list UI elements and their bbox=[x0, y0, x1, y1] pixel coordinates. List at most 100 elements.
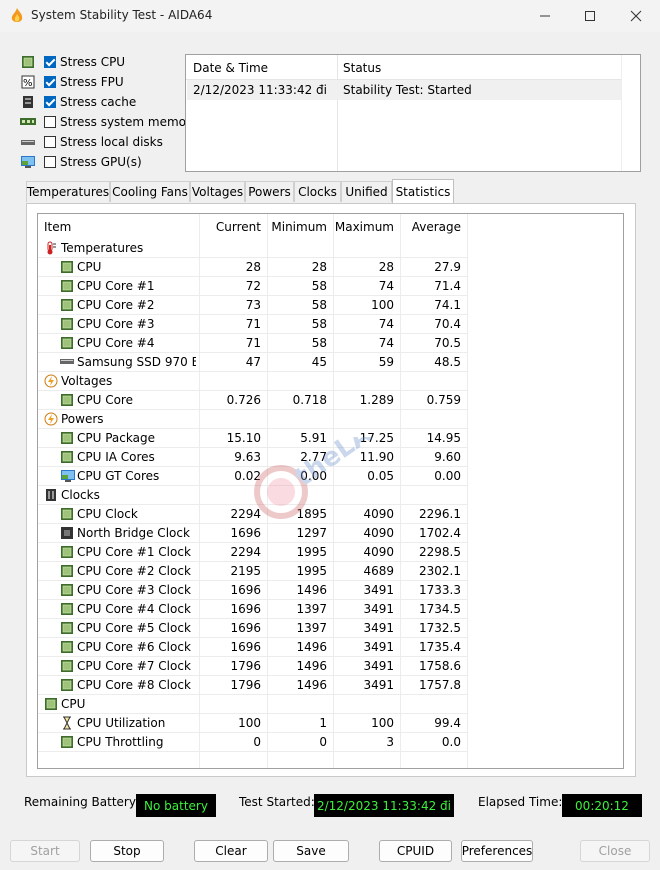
cell-avg: 2298.5 bbox=[419, 545, 461, 559]
cell-min: 1496 bbox=[296, 583, 327, 597]
cpu-chip-icon bbox=[60, 298, 74, 312]
table-row[interactable]: CPU Utilization 100 1 100 99.4 bbox=[38, 714, 623, 733]
checkbox[interactable] bbox=[44, 96, 56, 108]
fpu-icon: % bbox=[20, 75, 36, 89]
table-row[interactable]: CPU Core #4 71 58 74 70.5 bbox=[38, 334, 623, 353]
cell-avg: 70.4 bbox=[434, 317, 461, 331]
test-started-value: 2/12/2023 11:33:42 đi bbox=[314, 794, 454, 817]
clear-button[interactable]: Clear bbox=[194, 840, 268, 862]
table-row[interactable]: CPU Core #8 Clock 1796 1496 3491 1757.8 bbox=[38, 676, 623, 695]
battery-value: No battery bbox=[136, 794, 216, 817]
row-label: CPU Core #7 Clock bbox=[77, 659, 191, 673]
close-button[interactable]: Close bbox=[580, 840, 650, 862]
tab-statistics[interactable]: Statistics bbox=[392, 179, 454, 203]
stress-option-label[interactable]: Stress CPU bbox=[60, 55, 125, 69]
memory-icon bbox=[20, 115, 36, 129]
table-row[interactable]: CPU Core #2 73 58 100 74.1 bbox=[38, 296, 623, 315]
tab-temperatures[interactable]: Temperatures bbox=[26, 181, 110, 202]
table-row[interactable]: CPU Core #2 Clock 2195 1995 4689 2302.1 bbox=[38, 562, 623, 581]
row-label: CPU Core #5 Clock bbox=[77, 621, 191, 635]
log-header-datetime[interactable]: Date & Time bbox=[193, 61, 268, 75]
log-row[interactable]: 2/12/2023 11:33:42 đi Stability Test: St… bbox=[187, 80, 622, 100]
header-maximum[interactable]: Maximum bbox=[333, 220, 394, 234]
group-row[interactable]: Temperatures bbox=[38, 239, 623, 258]
window-title: System Stability Test - AIDA64 bbox=[31, 8, 213, 22]
log-scrollbar[interactable] bbox=[621, 55, 640, 171]
tab-cooling-fans[interactable]: Cooling Fans bbox=[110, 181, 190, 202]
stress-option[interactable]: Stress cache bbox=[20, 92, 136, 112]
cell-min: 58 bbox=[311, 298, 327, 312]
stress-option[interactable]: Stress system memory bbox=[20, 112, 198, 132]
stress-option[interactable]: % Stress FPU bbox=[20, 72, 124, 92]
table-row[interactable]: CPU Core #3 71 58 74 70.4 bbox=[38, 315, 623, 334]
stress-option-label[interactable]: Stress cache bbox=[60, 95, 136, 109]
cell-avg: 48.5 bbox=[434, 355, 461, 369]
cpuid-button[interactable]: CPUID bbox=[379, 840, 452, 862]
close-icon[interactable] bbox=[613, 0, 659, 32]
gpu-icon bbox=[60, 469, 75, 483]
group-row[interactable]: Voltages bbox=[38, 372, 623, 391]
row-label: Temperatures bbox=[61, 241, 144, 255]
table-row[interactable]: CPU Core #6 Clock 1696 1496 3491 1735.4 bbox=[38, 638, 623, 657]
cell-cur: 71 bbox=[245, 317, 261, 331]
cell-cur: 1796 bbox=[230, 678, 261, 692]
header-minimum[interactable]: Minimum bbox=[267, 220, 327, 234]
tab-voltages[interactable]: Voltages bbox=[190, 181, 245, 202]
header-item[interactable]: Item bbox=[44, 220, 71, 234]
group-row[interactable]: Powers bbox=[38, 410, 623, 429]
save-button[interactable]: Save bbox=[273, 840, 349, 862]
stress-option[interactable]: Stress CPU bbox=[20, 52, 125, 72]
cell-min: 58 bbox=[311, 317, 327, 331]
header-current[interactable]: Current bbox=[199, 220, 261, 234]
start-button[interactable]: Start bbox=[10, 840, 80, 862]
tab-unified[interactable]: Unified bbox=[341, 181, 392, 202]
stress-option-label[interactable]: Stress system memory bbox=[60, 115, 198, 129]
cpu-chip-icon bbox=[60, 393, 74, 407]
stress-option-label[interactable]: Stress local disks bbox=[60, 135, 163, 149]
table-row[interactable]: CPU 28 28 28 27.9 bbox=[38, 258, 623, 277]
table-row[interactable]: CPU Core 0.726 0.718 1.289 0.759 bbox=[38, 391, 623, 410]
checkbox[interactable] bbox=[44, 76, 56, 88]
stress-option[interactable]: Stress GPU(s) bbox=[20, 152, 142, 172]
header-average[interactable]: Average bbox=[400, 220, 461, 234]
minimize-icon[interactable] bbox=[522, 0, 568, 32]
tab-powers[interactable]: Powers bbox=[245, 181, 294, 202]
log-header-status[interactable]: Status bbox=[343, 61, 381, 75]
stress-option-label[interactable]: Stress GPU(s) bbox=[60, 155, 142, 169]
cell-max: 3 bbox=[386, 735, 394, 749]
tab-clocks[interactable]: Clocks bbox=[294, 181, 341, 202]
cell-min: 0 bbox=[319, 735, 327, 749]
checkbox[interactable] bbox=[44, 136, 56, 148]
row-label: CPU Core #8 Clock bbox=[77, 678, 191, 692]
cpu-chip-icon bbox=[60, 545, 74, 559]
checkbox[interactable] bbox=[44, 56, 56, 68]
cell-max: 3491 bbox=[363, 640, 394, 654]
table-row[interactable]: Samsung SSD 970 EV... 47 45 59 48.5 bbox=[38, 353, 623, 372]
cpu-chip-icon bbox=[60, 450, 74, 464]
table-row[interactable]: CPU Throttling 0 0 3 0.0 bbox=[38, 733, 623, 752]
table-row[interactable]: CPU Core #4 Clock 1696 1397 3491 1734.5 bbox=[38, 600, 623, 619]
table-row[interactable]: CPU Core #1 Clock 2294 1995 4090 2298.5 bbox=[38, 543, 623, 562]
maximize-icon[interactable] bbox=[567, 0, 613, 32]
row-label: CPU IA Cores bbox=[77, 450, 155, 464]
row-label: CPU Utilization bbox=[77, 716, 166, 730]
stress-option-label[interactable]: Stress FPU bbox=[60, 75, 124, 89]
cpu-chip-icon bbox=[60, 336, 74, 350]
row-label: CPU bbox=[77, 260, 102, 274]
cpu-chip-icon bbox=[60, 602, 74, 616]
table-row[interactable]: CPU Core #1 72 58 74 71.4 bbox=[38, 277, 623, 296]
cpu-chip-icon bbox=[60, 279, 74, 293]
flame-app-icon bbox=[11, 8, 23, 22]
table-row[interactable]: CPU Core #3 Clock 1696 1496 3491 1733.3 bbox=[38, 581, 623, 600]
preferences-button[interactable]: Preferences bbox=[461, 840, 533, 862]
cache-icon bbox=[20, 95, 36, 109]
stop-button[interactable]: Stop bbox=[90, 840, 164, 862]
group-row[interactable]: CPU bbox=[38, 695, 623, 714]
table-row[interactable]: CPU Core #7 Clock 1796 1496 3491 1758.6 bbox=[38, 657, 623, 676]
cell-cur: 1696 bbox=[230, 583, 261, 597]
stress-option[interactable]: Stress local disks bbox=[20, 132, 163, 152]
cell-max: 3491 bbox=[363, 583, 394, 597]
checkbox[interactable] bbox=[44, 156, 56, 168]
checkbox[interactable] bbox=[44, 116, 56, 128]
table-row[interactable]: CPU Core #5 Clock 1696 1397 3491 1732.5 bbox=[38, 619, 623, 638]
